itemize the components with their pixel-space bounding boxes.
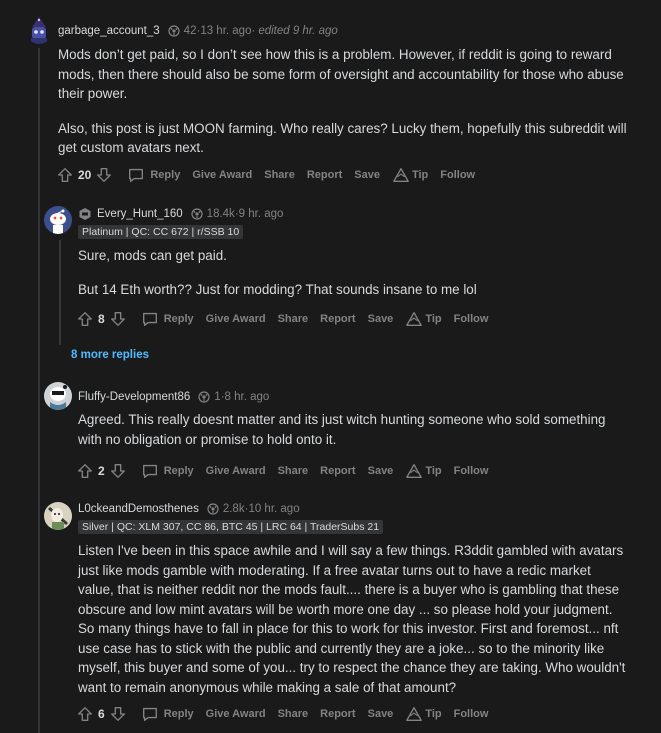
share-button[interactable]: Share: [278, 465, 309, 477]
tip-button[interactable]: Tip: [405, 705, 442, 723]
comment-actions: 20 Reply Give Award Share Report Save Ti…: [56, 166, 475, 184]
reply-button[interactable]: Reply: [141, 462, 194, 480]
comment-paragraph: Also, this post is just MOON farming. Wh…: [58, 120, 627, 156]
tip-triangle-icon: [393, 168, 409, 182]
timestamp[interactable]: 8 hr. ago: [225, 391, 270, 403]
tip-button[interactable]: Tip: [405, 462, 442, 480]
tip-triangle-icon: [406, 707, 423, 721]
user-flair: Silver | QC: XLM 307, CC 86, BTC 45 | LR…: [78, 520, 384, 534]
reply-button[interactable]: Reply: [141, 705, 194, 723]
give-award-button[interactable]: Give Award: [206, 708, 266, 720]
comment-bubble-icon: [142, 312, 157, 326]
follow-button[interactable]: Follow: [454, 465, 489, 477]
downvote-icon[interactable]: [95, 166, 113, 184]
downvote-icon[interactable]: [109, 462, 127, 480]
share-button[interactable]: Share: [264, 169, 295, 181]
timestamp[interactable]: 13 hr. ago: [200, 25, 251, 37]
tip-triangle-icon: [406, 464, 423, 478]
reply-button[interactable]: Reply: [141, 310, 194, 328]
downvote-icon[interactable]: [109, 705, 127, 723]
save-button[interactable]: Save: [368, 708, 394, 720]
comment-paragraph: But 14 Eth worth?? Just for modding? Tha…: [78, 281, 477, 297]
karma-count: 42: [183, 25, 197, 37]
username[interactable]: garbage_account_3: [58, 25, 160, 37]
give-award-button[interactable]: Give Award: [206, 465, 266, 477]
comment-bubble-icon: [142, 464, 157, 478]
karma-count: 2.8k: [222, 503, 245, 515]
karma-icon: [198, 391, 210, 403]
avatar[interactable]: [25, 16, 53, 44]
upvote-icon[interactable]: [56, 166, 74, 184]
comment-bubble-icon: [129, 168, 144, 182]
karma-count: 18.4k: [206, 208, 235, 220]
share-button[interactable]: Share: [278, 313, 309, 325]
hexagon-badge-icon: [79, 208, 91, 220]
comment-actions: 2 Reply Give Award Share Report Save Tip…: [76, 462, 488, 480]
follow-button[interactable]: Follow: [440, 169, 475, 181]
tip-button[interactable]: Tip: [405, 310, 442, 328]
avatar-character-icon: [44, 502, 72, 530]
follow-button[interactable]: Follow: [454, 708, 489, 720]
save-button[interactable]: Save: [368, 313, 394, 325]
give-award-button[interactable]: Give Award: [206, 313, 266, 325]
vote-score: 2: [98, 464, 105, 478]
timestamp[interactable]: 10 hr. ago: [248, 503, 299, 515]
report-button[interactable]: Report: [320, 465, 355, 477]
vote-score: 6: [98, 707, 105, 721]
vote-score: 20: [78, 168, 92, 182]
comment-actions: 6 Reply Give Award Share Report Save Tip…: [76, 705, 488, 723]
give-award-button[interactable]: Give Award: [192, 169, 252, 181]
username[interactable]: Fluffy-Development86: [78, 391, 190, 403]
karma-icon: [168, 25, 180, 37]
comment-body: Sure, mods can get paid. But 14 Eth wort…: [78, 246, 628, 299]
comment-body: Mods don’t get paid, so I don’t see how …: [58, 45, 628, 158]
comment-body: Agreed. This really doesnt matter and it…: [78, 410, 623, 449]
comment-paragraph: Sure, mods can get paid.: [78, 248, 227, 263]
save-button[interactable]: Save: [368, 465, 394, 477]
avatar-wizard-icon: [31, 17, 47, 44]
avatar-character-icon: [44, 382, 72, 410]
more-replies-link[interactable]: 8 more replies: [71, 349, 149, 361]
avatar[interactable]: [44, 382, 72, 410]
karma-icon: [191, 208, 203, 220]
timestamp[interactable]: 9 hr. ago: [239, 208, 284, 220]
comment-paragraph: Mods don’t get paid, so I don’t see how …: [58, 47, 624, 101]
save-button[interactable]: Save: [354, 169, 380, 181]
user-flair: Platinum | QC: CC 672 | r/SSB 10: [78, 225, 244, 239]
avatar[interactable]: [44, 502, 72, 530]
share-button[interactable]: Share: [278, 708, 309, 720]
upvote-icon[interactable]: [76, 462, 94, 480]
username[interactable]: Every_Hunt_160: [97, 208, 183, 220]
edited-label: edited 9 hr. ago: [258, 25, 338, 37]
vote-score: 8: [98, 312, 105, 326]
report-button[interactable]: Report: [307, 169, 342, 181]
avatar[interactable]: [44, 206, 72, 234]
comment-actions: 8 Reply Give Award Share Report Save Tip…: [76, 310, 488, 328]
follow-button[interactable]: Follow: [454, 313, 489, 325]
tip-triangle-icon: [406, 312, 423, 326]
comment-body: Listen I've been in this space awhile an…: [78, 541, 626, 697]
upvote-icon[interactable]: [76, 705, 94, 723]
avatar-snoo-icon: [44, 206, 72, 234]
thread-line[interactable]: [59, 240, 61, 345]
tip-button[interactable]: Tip: [392, 166, 428, 184]
comment-bubble-icon: [142, 707, 157, 721]
comment-paragraph: Listen I've been in this space awhile an…: [78, 543, 626, 695]
report-button[interactable]: Report: [320, 708, 355, 720]
reply-button[interactable]: Reply: [127, 166, 180, 184]
comment-paragraph: Agreed. This really doesnt matter and it…: [78, 412, 606, 447]
downvote-icon[interactable]: [109, 310, 127, 328]
karma-icon: [207, 503, 219, 515]
username[interactable]: L0ckeandDemosthenes: [78, 503, 199, 515]
upvote-icon[interactable]: [76, 310, 94, 328]
report-button[interactable]: Report: [320, 313, 355, 325]
thread-line[interactable]: [38, 48, 40, 733]
